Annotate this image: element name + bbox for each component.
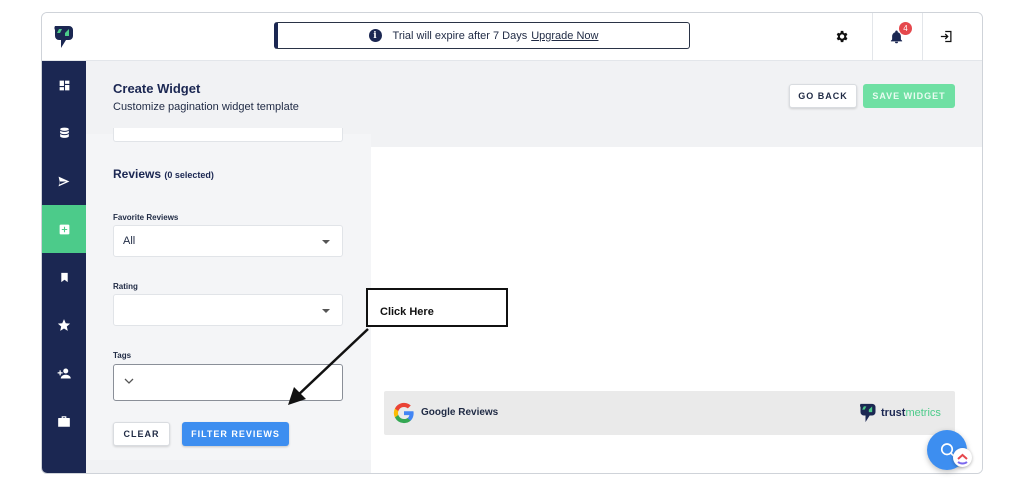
save-widget-button[interactable]: SAVE WIDGET [863,84,955,108]
gear-icon [836,30,847,43]
logout-icon [940,30,952,43]
star-icon [57,319,71,331]
clickup-logo-icon [957,453,968,465]
sidebar-item-widgets[interactable] [42,205,86,253]
sidebar-item-send[interactable] [42,157,86,205]
sidebar-item-dashboard[interactable] [42,61,86,109]
sidebar-item-bookmarks[interactable] [42,253,86,301]
dashboard-icon [59,80,69,90]
notifications-button[interactable]: 4 [872,13,920,60]
sidebar-item-briefcase[interactable] [42,397,86,445]
trustmetrics-wordmark: trustmetrics [881,407,941,419]
trial-banner: i Trial will expire after 7 Days Upgrade… [274,22,690,49]
callout-text: Click Here [380,306,434,318]
go-back-button[interactable]: GO BACK [789,84,857,108]
google-icon [393,402,414,424]
sidebar-item-add-user[interactable] [42,349,86,397]
upgrade-now-link[interactable]: Upgrade Now [531,30,598,42]
main-content: Create Widget Customize pagination widge… [86,61,982,473]
sidebar [42,61,86,473]
page-title: Create Widget [113,81,201,96]
annotation-arrow-icon [288,328,369,405]
database-icon [59,127,69,138]
send-icon [58,176,70,186]
brand-trust: trust [881,407,906,419]
add-user-icon [57,368,71,378]
top-bar: i Trial will expire after 7 Days Upgrade… [42,13,982,61]
scrolled-field[interactable] [113,128,343,142]
notification-badge: 4 [899,22,912,35]
rating-select[interactable] [113,294,343,326]
clear-button[interactable]: CLEAR [113,422,170,446]
trustmetrics-logo[interactable] [52,24,76,50]
filter-reviews-button[interactable]: FILTER REVIEWS [182,422,289,446]
review-source-bar: Google Reviews trustmetrics [384,391,955,435]
trial-text: Trial will expire after 7 Days [392,29,528,42]
clickup-extension-icon[interactable] [953,448,972,467]
widget-icon [59,224,69,234]
favorite-reviews-select[interactable]: All [113,225,343,257]
brand-metrics: metrics [905,407,941,419]
caret-down-icon [322,240,330,244]
tags-label: Tags [113,351,132,360]
rating-label: Rating [113,282,138,291]
reviews-heading: Reviews [113,167,162,181]
click-here-callout: Click Here [366,288,508,327]
reviews-section-title: Reviews (0 selected) [113,167,214,181]
logout-button[interactable] [922,13,970,60]
bookmark-icon [60,272,68,282]
settings-button[interactable] [817,13,865,60]
sidebar-item-database[interactable] [42,109,86,157]
caret-down-icon [322,309,330,313]
info-icon: i [368,29,382,42]
chevron-down-icon [124,378,134,384]
trustmetrics-logo [860,403,876,423]
app-window: i Trial will expire after 7 Days Upgrade… [41,12,983,474]
sidebar-item-reviews[interactable] [42,301,86,349]
selected-count: (0 selected) [164,170,214,180]
google-reviews-label: Google Reviews [421,407,499,418]
page-subtitle: Customize pagination widget template [113,101,299,113]
favorite-reviews-value: All [123,235,136,247]
briefcase-icon [58,415,70,427]
favorite-reviews-label: Favorite Reviews [113,213,179,222]
